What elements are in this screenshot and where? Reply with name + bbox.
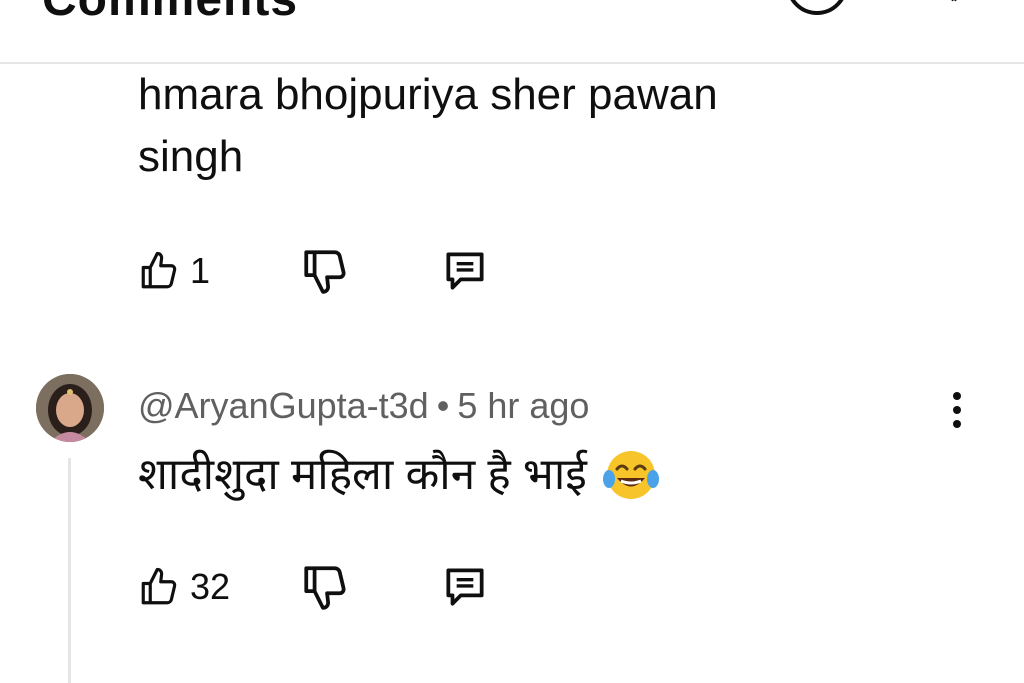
comments-title: Comments [42, 0, 298, 27]
comment-text-body: शादीशुदा महिला कौन है भाई [138, 450, 587, 499]
tears-of-joy-emoji-icon [602, 451, 659, 499]
reply-icon[interactable] [440, 562, 490, 612]
thumbs-down-icon[interactable] [300, 562, 350, 612]
like-count: 1 [190, 250, 211, 291]
like-button[interactable]: 32 [138, 562, 230, 612]
comment-text: hmara bhojpuriya sher pawan singh [138, 64, 938, 188]
comment-time: 5 hr ago [457, 385, 590, 426]
reply-icon[interactable] [440, 246, 490, 296]
comment-text-line: singh [138, 132, 244, 181]
meta-separator: • [436, 385, 450, 426]
close-icon[interactable] [930, 0, 982, 20]
avatar[interactable] [36, 374, 104, 442]
more-vert-icon[interactable] [940, 384, 974, 436]
comment-author[interactable]: @AryanGupta-t3d [138, 385, 429, 427]
avatar-image [36, 374, 104, 442]
comments-panel: Comments hmara bhojpuriya sher pawan sin… [0, 0, 1024, 683]
thumbs-up-icon [141, 567, 177, 605]
info-icon[interactable] [782, 0, 852, 24]
comment-text-line: hmara bhojpuriya sher pawan [138, 70, 718, 119]
comment-text: शादीशुदा महिला कौन है भाई [138, 440, 661, 510]
thread-line [68, 458, 71, 683]
thumbs-down-icon[interactable] [300, 246, 350, 296]
comment-meta: @AryanGupta-t3d • 5 hr ago [138, 380, 589, 432]
like-count: 32 [190, 566, 231, 607]
comments-header: Comments [0, 0, 1024, 64]
like-button[interactable]: 1 [138, 246, 210, 296]
thumbs-up-icon [141, 251, 177, 289]
